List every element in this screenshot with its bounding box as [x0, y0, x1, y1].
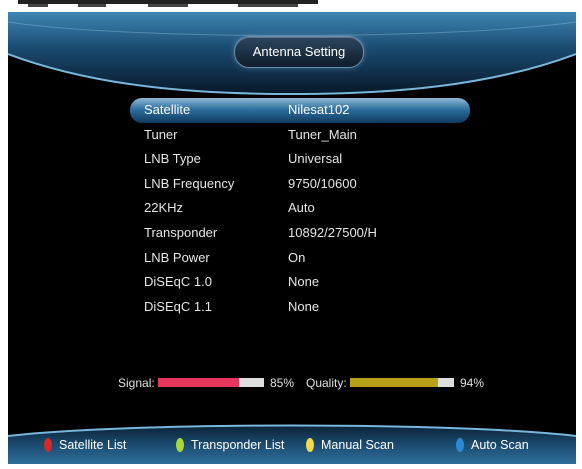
signal-label: Signal:: [118, 376, 155, 390]
setting-label: LNB Frequency: [144, 175, 235, 191]
setting-label: Tuner: [144, 126, 178, 142]
setting-value: Tuner_Main: [288, 126, 357, 142]
yellow-key-icon: [306, 438, 314, 452]
setting-row-diseqc-1-1[interactable]: DiSEqC 1.1 None: [130, 295, 470, 320]
quality-label: Quality:: [306, 376, 347, 390]
footer-label: Manual Scan: [321, 438, 394, 452]
footer-label: Auto Scan: [471, 438, 529, 452]
blue-key-icon: [456, 438, 464, 452]
setting-row-transponder[interactable]: Transponder 10892/27500/H: [130, 221, 470, 246]
green-key-icon: [176, 438, 184, 452]
setting-label: 22KHz: [144, 200, 184, 216]
setting-row-lnb-power[interactable]: LNB Power On: [130, 246, 470, 271]
setting-label: Transponder: [144, 224, 218, 240]
setting-label: Satellite: [144, 102, 191, 117]
signal-bar-fill: [158, 378, 240, 387]
setting-label: LNB Power: [144, 249, 210, 265]
setting-value: 9750/10600: [288, 175, 357, 191]
signal-value: 85%: [270, 376, 295, 390]
setting-label: LNB Type: [144, 151, 201, 167]
signal-meters: Signal: 85% Quality: 94%: [8, 374, 576, 392]
signal-bar: [158, 378, 264, 387]
screen-title: Antenna Setting: [234, 36, 364, 68]
quality-bar-fill: [350, 378, 438, 387]
setting-row-satellite[interactable]: Satellite Nilesat102: [130, 98, 470, 123]
setting-row-diseqc-1-0[interactable]: DiSEqC 1.0 None: [130, 270, 470, 295]
setting-value: Nilesat102: [288, 102, 350, 117]
setting-label: DiSEqC 1.0: [144, 274, 212, 290]
setting-row-tuner[interactable]: Tuner Tuner_Main: [130, 123, 470, 148]
setting-value: None: [288, 274, 320, 290]
setting-value: Universal: [288, 151, 343, 167]
tv-screen: Antenna Setting Satellite Nilesat102 Tun…: [8, 12, 576, 464]
settings-list: Satellite Nilesat102 Tuner Tuner_Main LN…: [130, 98, 470, 319]
red-key-icon: [44, 438, 52, 452]
footer-label: Satellite List: [59, 438, 127, 452]
quality-bar: [350, 378, 454, 387]
setting-row-22khz[interactable]: 22KHz Auto: [130, 196, 470, 221]
setting-value: 10892/27500/H: [288, 224, 377, 240]
quality-value: 94%: [460, 376, 485, 390]
setting-value: On: [288, 249, 306, 265]
setting-row-lnb-frequency[interactable]: LNB Frequency 9750/10600: [130, 172, 470, 197]
setting-value: None: [288, 298, 320, 314]
setting-label: DiSEqC 1.1: [144, 298, 212, 314]
footer-label: Transponder List: [191, 438, 285, 452]
setting-row-lnb-type[interactable]: LNB Type Universal: [130, 147, 470, 172]
setting-value: Auto: [288, 200, 315, 216]
